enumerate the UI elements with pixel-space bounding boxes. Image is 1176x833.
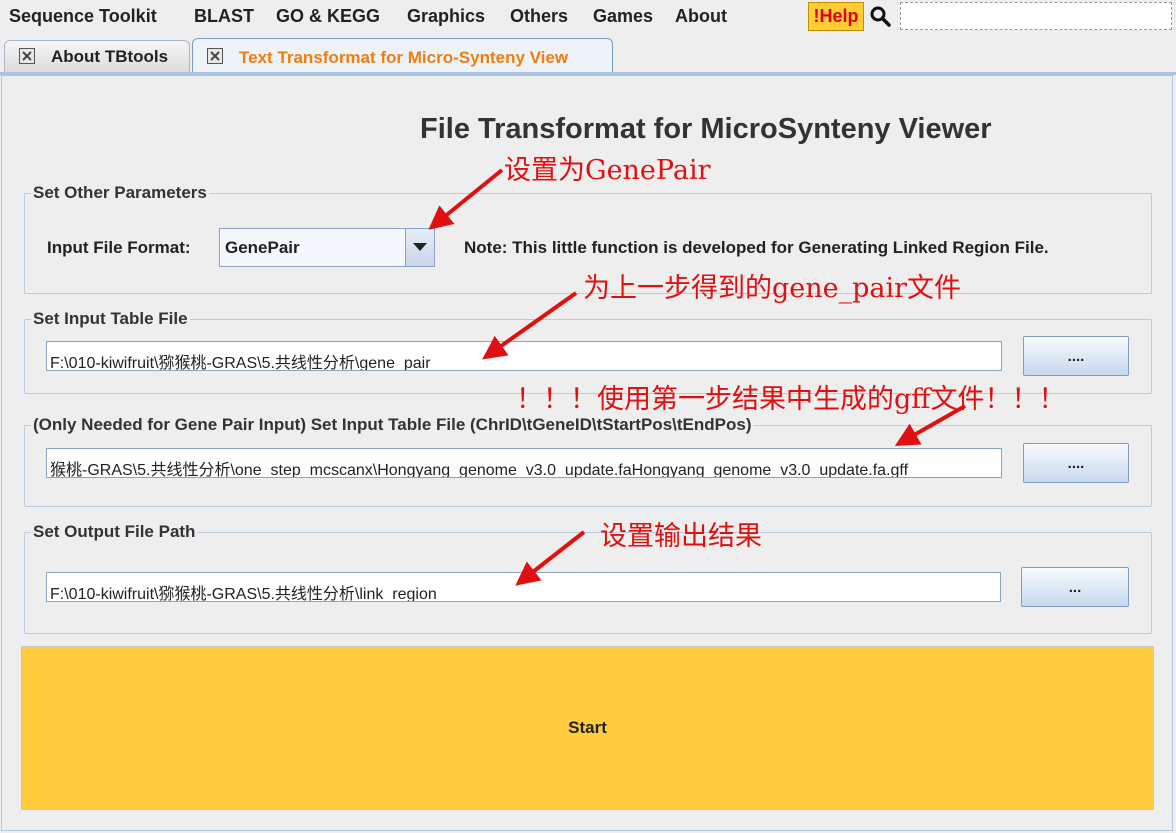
group-legend: Set Other Parameters bbox=[33, 183, 207, 202]
tab-label: About TBtools bbox=[51, 47, 169, 66]
group-legend: Set Input Table File bbox=[33, 309, 188, 328]
menu-bar: Sequence Toolkit BLAST GO & KEGG Graphic… bbox=[0, 0, 1176, 36]
search-input[interactable] bbox=[900, 2, 1172, 30]
tab-about-tbtools[interactable]: About TBtools bbox=[4, 40, 190, 72]
gene-position-field[interactable]: 猴桃-GRAS\5.共线性分析\one_step_mcscanx\Hongyan… bbox=[46, 448, 1002, 478]
combo-value: GenePair bbox=[225, 238, 300, 257]
input-table-field[interactable]: F:\010-kiwifruit\猕猴桃-GRAS\5.共线性分析\gene_p… bbox=[46, 341, 1002, 371]
input-format-label: Input File Format: bbox=[47, 238, 191, 257]
menu-about[interactable]: About bbox=[675, 6, 727, 27]
output-path-field[interactable]: F:\010-kiwifruit\猕猴桃-GRAS\5.共线性分析\link_r… bbox=[46, 572, 1001, 602]
input-table-browse-button[interactable]: .... bbox=[1023, 336, 1129, 376]
start-button[interactable]: Start bbox=[21, 646, 1154, 810]
note-text: Note: This little function is developed … bbox=[464, 238, 1049, 257]
menu-games[interactable]: Games bbox=[593, 6, 653, 27]
menu-sequence-toolkit[interactable]: Sequence Toolkit bbox=[9, 6, 157, 27]
search-icon[interactable] bbox=[869, 5, 893, 29]
tab-label: Text Transformat for Micro-Synteny View bbox=[239, 48, 569, 67]
menu-others[interactable]: Others bbox=[510, 6, 568, 27]
annotation-output: 设置输出结果 bbox=[600, 521, 762, 552]
output-browse-button[interactable]: ... bbox=[1021, 567, 1129, 607]
page-title: File Transformat for MicroSynteny Viewer bbox=[420, 113, 992, 145]
tab-text-transformat[interactable]: Text Transformat for Micro-Synteny View bbox=[192, 38, 613, 74]
help-button[interactable]: !Help bbox=[808, 2, 864, 31]
close-icon[interactable] bbox=[207, 48, 223, 64]
group-legend: (Only Needed for Gene Pair Input) Set In… bbox=[33, 415, 752, 434]
tab-strip: About TBtools Text Transformat for Micro… bbox=[0, 36, 1176, 74]
menu-graphics[interactable]: Graphics bbox=[407, 6, 485, 27]
gene-position-browse-button[interactable]: .... bbox=[1023, 443, 1129, 483]
menu-blast[interactable]: BLAST bbox=[194, 6, 254, 27]
input-format-select[interactable]: GenePair bbox=[219, 228, 435, 267]
annotation-genepair: 设置为GenePair bbox=[504, 155, 711, 186]
annotation-gff-file: ！！！使用第一步结果中生成的gff文件！！！ bbox=[516, 384, 1066, 415]
close-icon[interactable] bbox=[19, 48, 35, 64]
group-legend: Set Output File Path bbox=[33, 522, 196, 541]
menu-go-kegg[interactable]: GO & KEGG bbox=[276, 6, 380, 27]
annotation-gene-pair-file: 为上一步得到的gene_pair文件 bbox=[583, 273, 962, 304]
chevron-down-icon[interactable] bbox=[405, 229, 434, 266]
